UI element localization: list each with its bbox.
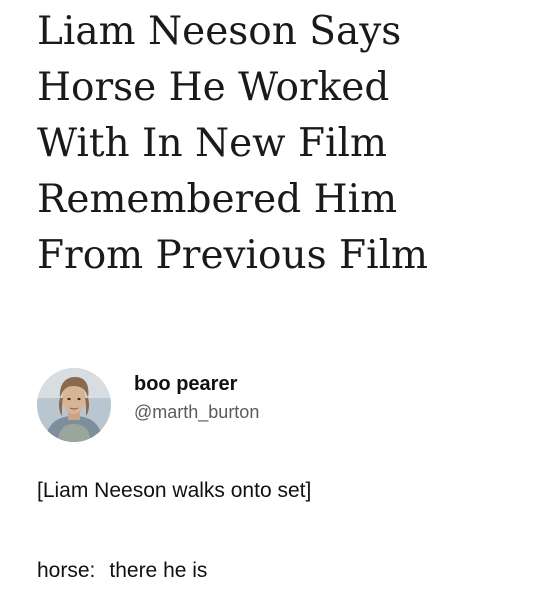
avatar[interactable] [37,368,111,442]
headline-line-2: Horse He Worked [37,65,390,110]
tweet-text-line-1: [Liam Neeson walks onto set] [37,479,312,502]
tweet-text-line-2: horse: there he is [37,557,207,585]
display-name[interactable]: boo pearer [134,371,259,397]
speaker-label: horse: [37,559,96,582]
dialogue-text: there he is [109,559,208,582]
headline: Liam Neeson Says Horse He Worked With In… [37,4,527,284]
tweet-author: boo pearer @marth_burton [37,366,259,444]
headline-line-3: With In New Film [37,121,387,166]
person-photo-avatar-icon [37,368,111,442]
headline-line-5: From Previous Film [37,233,429,278]
headline-line-4: Remembered Him [37,177,398,222]
author-text: boo pearer @marth_burton [134,371,259,425]
user-handle[interactable]: @marth_burton [134,399,259,425]
headline-line-1: Liam Neeson Says [37,9,402,54]
